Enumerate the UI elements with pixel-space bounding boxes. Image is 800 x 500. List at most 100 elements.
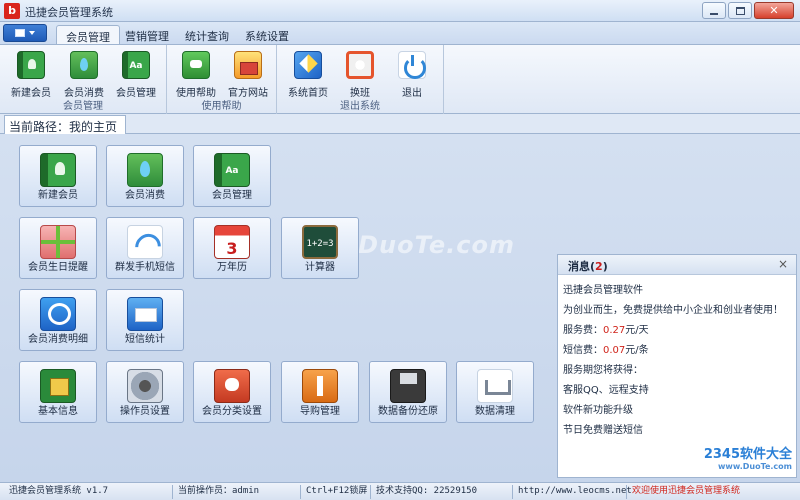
brand-name: 2345软件大全	[703, 447, 792, 462]
ribbon-new-member-button[interactable]: 新建会员	[6, 51, 56, 101]
ribbon-group-label: 退出系统	[340, 101, 380, 112]
close-icon[interactable]: ×	[778, 257, 788, 271]
message-panel: 消息(2) × 迅捷会员管理软件 为创业而生，免费提供给中小企业和创业者使用！ …	[557, 254, 797, 478]
ribbon-group-member: 新建会员 会员消费 Aa 会员管理 会员管理	[0, 45, 167, 114]
tile-label: 万年历	[217, 262, 247, 273]
message-line: 迅捷会员管理软件	[563, 285, 643, 296]
ribbon-panel: 新建会员 会员消费 Aa 会员管理 会员管理 使用帮助 官方网站 使用帮助 系统…	[0, 44, 800, 114]
ribbon-member-manage-button[interactable]: Aa 会员管理	[111, 51, 161, 101]
ribbon-shift-button[interactable]: 换班	[335, 51, 385, 101]
tile-calendar[interactable]: 3 万年历	[193, 217, 271, 279]
fee-label: 短信费：	[563, 345, 603, 356]
breadcrumb[interactable]: 当前路径：我的主页	[4, 115, 127, 134]
magnifier-icon	[40, 297, 76, 331]
maximize-icon	[729, 3, 751, 18]
tile-label: 群发手机短信	[115, 262, 175, 273]
calendar-icon: 3	[214, 225, 250, 259]
tile-member-category[interactable]: 会员分类设置	[193, 361, 271, 423]
close-icon: ✕	[769, 4, 779, 17]
status-welcome: 欢迎使用迅捷会员管理系统	[626, 485, 798, 499]
water-drop-icon	[70, 51, 98, 79]
status-lock-hint: Ctrl+F12锁屏	[300, 485, 368, 499]
tab-statistics-query[interactable]: 统计查询	[176, 25, 238, 44]
fee-value: 0.27	[603, 325, 626, 336]
brand-url: www.DuoTe.com	[718, 462, 792, 471]
tile-label: 导购管理	[300, 406, 340, 417]
tile-new-member[interactable]: 新建会员	[19, 145, 97, 207]
tile-operator-settings[interactable]: 操作员设置	[106, 361, 184, 423]
window-icon	[15, 29, 25, 37]
gift-icon	[40, 225, 76, 259]
tile-label: 新建会员	[38, 190, 78, 201]
status-operator: 当前操作员：admin	[172, 485, 298, 499]
swap-icon	[346, 51, 374, 79]
ribbon-home-button[interactable]: 系统首页	[283, 51, 333, 101]
fee-value: 0.07	[603, 345, 626, 356]
tile-member-manage[interactable]: Aa 会员管理	[193, 145, 271, 207]
status-website-link[interactable]: http://www.leocms.net	[512, 485, 632, 499]
tile-calculator[interactable]: 1+2=3 计算器	[281, 217, 359, 279]
mail-icon	[127, 297, 163, 331]
message-title-text: 消息	[568, 260, 590, 273]
close-button[interactable]: ✕	[754, 2, 794, 19]
tile-data-backup[interactable]: 数据备份还原	[369, 361, 447, 423]
message-line: 为创业而生，免费提供给中小企业和创业者使用！	[563, 305, 783, 316]
message-line: 客服QQ、远程支持	[563, 385, 649, 396]
tile-consume-detail[interactable]: 会员消费明细	[19, 289, 97, 351]
breadcrumb-bar: 当前路径：我的主页	[0, 114, 800, 134]
gear-icon	[127, 369, 163, 403]
tree-icon	[302, 369, 338, 403]
power-icon	[398, 51, 426, 79]
message-line: 短信费：0.07元/条	[563, 341, 649, 356]
tile-data-cleanup[interactable]: 数据清理	[456, 361, 534, 423]
tile-sms-statistics[interactable]: 短信统计	[106, 289, 184, 351]
ribbon-website-button[interactable]: 官方网站	[223, 51, 273, 101]
tab-system-settings[interactable]: 系统设置	[236, 25, 298, 44]
app-logo: b	[4, 3, 20, 19]
tile-label: 会员管理	[212, 190, 252, 201]
ribbon-help-button[interactable]: 使用帮助	[171, 51, 221, 101]
tile-label: 会员分类设置	[202, 406, 262, 417]
cart-icon	[477, 369, 513, 403]
fee-label: 服务费：	[563, 325, 603, 336]
tile-member-consume[interactable]: 会员消费	[106, 145, 184, 207]
brand-logo: 2345软件大全 www.DuoTe.com	[704, 443, 792, 471]
tab-member-management[interactable]: 会员管理	[56, 25, 120, 44]
tile-birthday-reminder[interactable]: 会员生日提醒	[19, 217, 97, 279]
aa-book-icon: Aa	[122, 51, 150, 79]
fee-unit: 元/天	[625, 325, 649, 336]
puzzle-icon	[214, 369, 250, 403]
chip-icon	[40, 369, 76, 403]
minimize-button[interactable]	[702, 2, 726, 19]
ribbon-tab-bar: 会员管理 营销管理 统计查询 系统设置	[0, 22, 800, 44]
app-menu-button[interactable]	[3, 24, 47, 42]
ribbon-group-exit: 系统首页 换班 退出 退出系统	[277, 45, 444, 114]
tile-guide-management[interactable]: 导购管理	[281, 361, 359, 423]
tile-mass-sms[interactable]: 群发手机短信	[106, 217, 184, 279]
title-bar: b 迅捷会员管理系统 ✕	[0, 0, 800, 22]
ribbon-member-consume-button[interactable]: 会员消费	[59, 51, 109, 101]
water-drop-icon	[127, 153, 163, 187]
chevron-down-icon	[29, 31, 35, 35]
message-line: 服务费：0.27元/天	[563, 321, 649, 336]
status-support-qq: 技术支持QQ: 22529150	[370, 485, 510, 499]
book-user-icon	[40, 153, 76, 187]
book-user-icon	[17, 51, 45, 79]
tile-label: 基本信息	[38, 406, 78, 417]
website-icon	[234, 51, 262, 79]
tile-label: 短信统计	[125, 334, 165, 345]
window-controls: ✕	[702, 2, 794, 19]
tile-label: 会员生日提醒	[28, 262, 88, 273]
chat-bubble-icon	[182, 51, 210, 79]
ribbon-exit-button[interactable]: 退出	[387, 51, 437, 101]
message-line: 软件新功能升级	[563, 405, 633, 416]
status-version: 迅捷会员管理系统 v1.7	[9, 486, 109, 496]
tile-label: 会员消费明细	[28, 334, 88, 345]
tile-label: 操作员设置	[120, 406, 170, 417]
maximize-button[interactable]	[728, 2, 752, 19]
ribbon-group-label: 会员管理	[63, 101, 103, 112]
message-line: 服务期您将获得：	[563, 365, 643, 376]
tile-label: 数据备份还原	[378, 406, 438, 417]
tile-basic-info[interactable]: 基本信息	[19, 361, 97, 423]
tab-marketing-management[interactable]: 营销管理	[116, 25, 178, 44]
